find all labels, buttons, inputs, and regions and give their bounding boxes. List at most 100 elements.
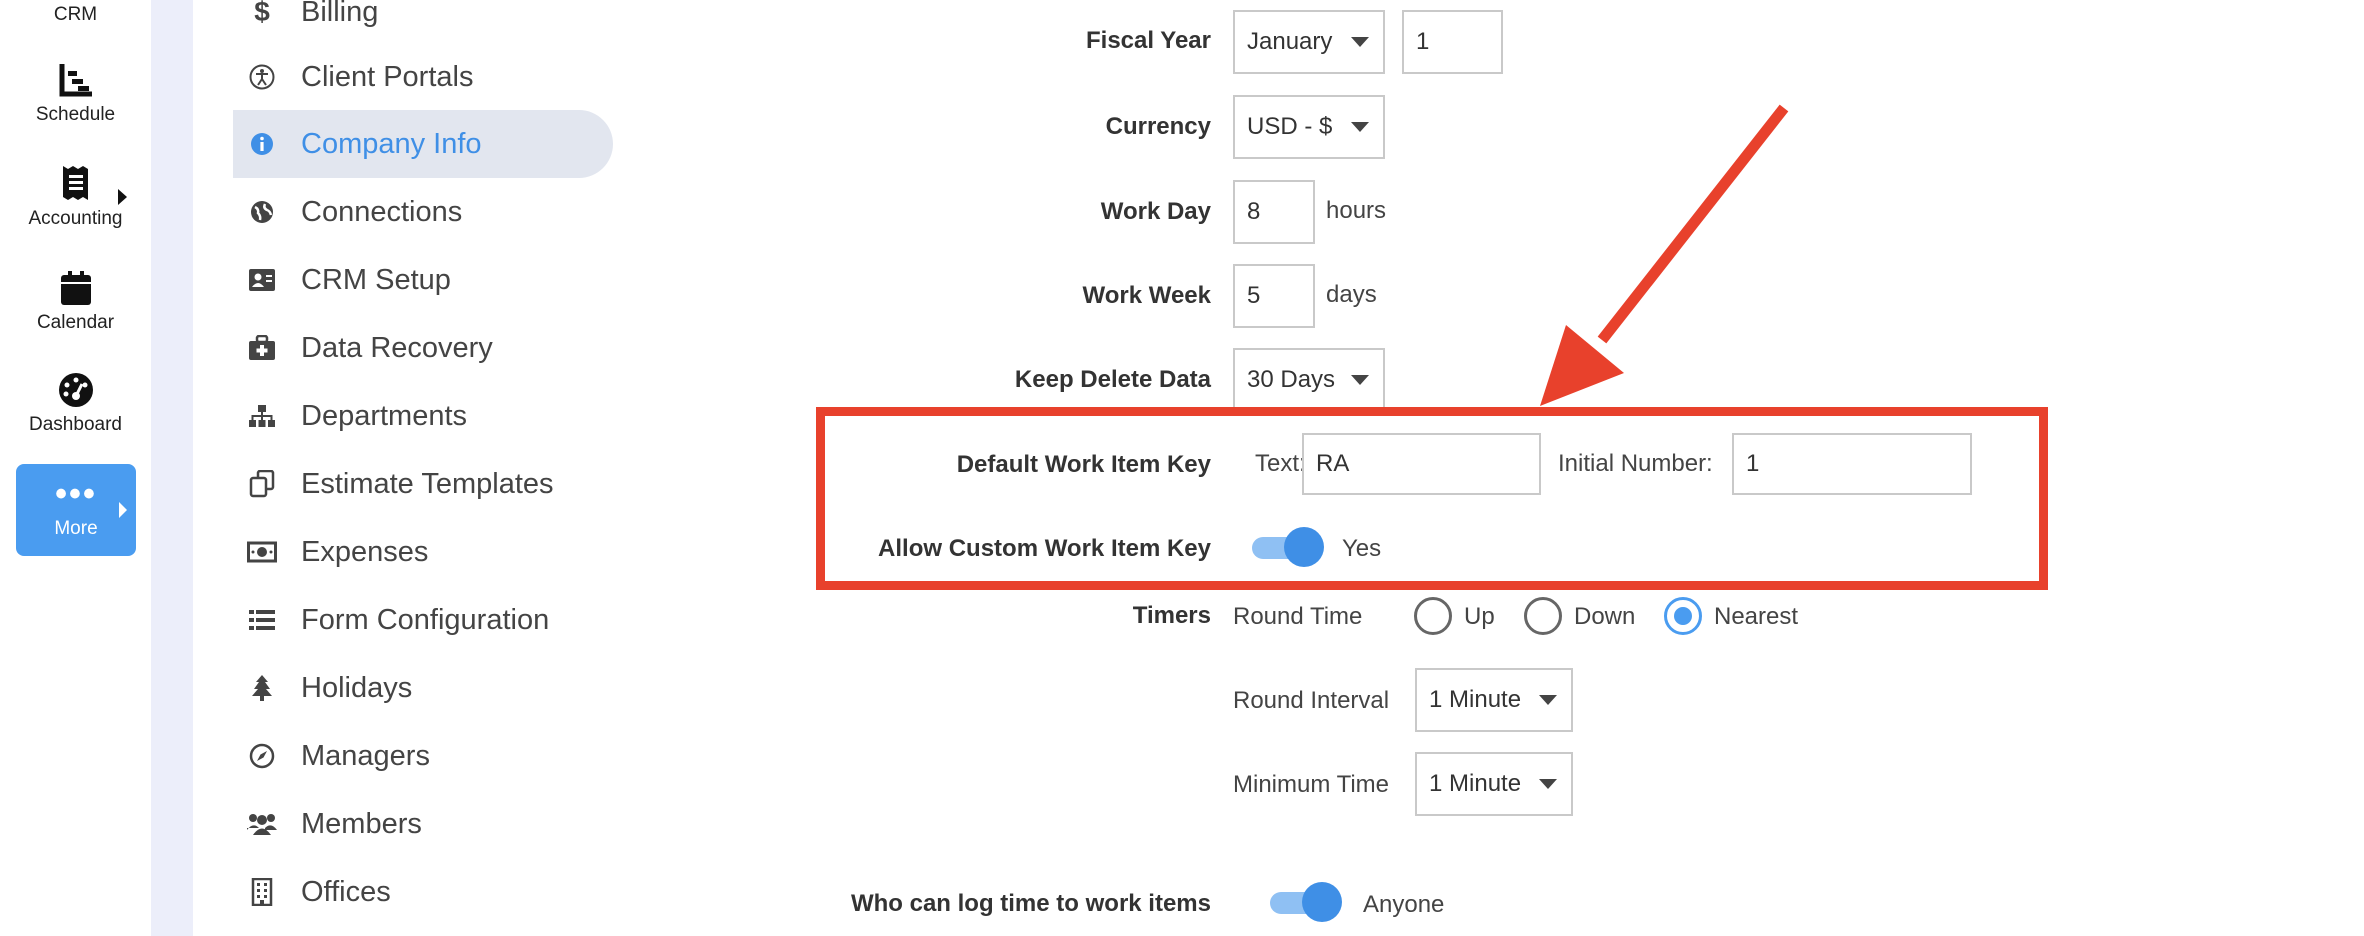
app-nav-rail: CRM Schedule Accounting Calendar Dashboa…	[0, 0, 151, 936]
more-dots-icon: •••	[55, 475, 97, 513]
menu-item-label: Departments	[301, 399, 468, 432]
rail-item-label: Dashboard	[29, 414, 122, 435]
rail-item-schedule[interactable]: Schedule	[0, 62, 151, 126]
round-time-nearest-label: Nearest	[1714, 603, 1799, 630]
work-day-value: 8	[1247, 198, 1261, 225]
round-time-up-label: Up	[1464, 603, 1495, 630]
rail-item-label: CRM	[53, 4, 98, 25]
fiscal-year-label: Fiscal Year	[1086, 27, 1211, 54]
work-week-value: 5	[1247, 282, 1261, 309]
chevron-down-icon	[1539, 695, 1557, 705]
log-time-toggle[interactable]	[1270, 882, 1344, 922]
schedule-icon	[59, 64, 92, 97]
users-icon	[247, 809, 277, 839]
fiscal-year-day-value: 1	[1416, 28, 1430, 55]
menu-item-holidays[interactable]: Holidays	[233, 654, 613, 722]
work-week-label: Work Week	[1082, 282, 1212, 309]
rail-item-label: Calendar	[36, 312, 115, 333]
round-time-label: Round Time	[1233, 603, 1363, 630]
menu-item-label: Company Info	[301, 127, 482, 160]
expand-caret-icon	[119, 502, 127, 518]
contact-card-icon	[247, 265, 277, 295]
log-time-value: Anyone	[1363, 891, 1445, 918]
round-time-down-label: Down	[1574, 603, 1636, 630]
fiscal-year-month-select[interactable]: January	[1233, 10, 1385, 74]
menu-item-label: Offices	[301, 875, 391, 908]
minimum-time-value: 1 Minute	[1429, 770, 1522, 797]
menu-item-label: Client Portals	[301, 60, 474, 93]
menu-item-estimate-templates[interactable]: Estimate Templates	[233, 450, 613, 518]
work-day-unit: hours	[1326, 197, 1387, 224]
menu-item-label: Billing	[301, 0, 379, 28]
receipt-icon	[62, 166, 88, 200]
copy-icon	[247, 469, 277, 499]
menu-item-members[interactable]: Members	[233, 790, 613, 858]
chevron-down-icon	[1351, 122, 1369, 132]
menu-item-label: Holidays	[301, 671, 413, 704]
currency-select[interactable]: USD - $	[1233, 95, 1385, 159]
round-interval-value: 1 Minute	[1429, 686, 1522, 713]
menu-item-form-configuration[interactable]: Form Configuration	[233, 586, 613, 654]
menu-item-billing[interactable]: $ Billing	[233, 0, 613, 46]
calendar-icon	[60, 271, 91, 305]
rail-item-dashboard[interactable]: Dashboard	[0, 372, 151, 436]
rail-item-calendar[interactable]: Calendar	[0, 270, 151, 334]
gauge-icon	[58, 373, 93, 407]
menu-item-company-info[interactable]: Company Info	[233, 110, 613, 178]
chevron-down-icon	[1351, 37, 1369, 47]
fiscal-year-day-input[interactable]: 1	[1402, 10, 1503, 74]
rail-item-accounting[interactable]: Accounting	[0, 164, 151, 230]
menu-item-departments[interactable]: Departments	[233, 382, 613, 450]
expand-caret-icon[interactable]	[118, 189, 127, 205]
tree-icon	[247, 673, 277, 703]
menu-item-offices[interactable]: Offices	[233, 858, 613, 926]
minimum-time-select[interactable]: 1 Minute	[1415, 752, 1573, 816]
sitemap-icon	[247, 401, 277, 431]
toggle-knob	[1302, 882, 1342, 922]
work-week-unit: days	[1326, 281, 1377, 308]
fiscal-year-month-value: January	[1247, 28, 1333, 55]
menu-item-data-recovery[interactable]: Data Recovery	[233, 314, 613, 382]
rail-item-crm[interactable]: CRM	[0, 0, 151, 26]
menu-item-crm-setup[interactable]: CRM Setup	[233, 246, 613, 314]
menu-item-label: CRM Setup	[301, 263, 451, 296]
info-icon	[247, 129, 277, 159]
globe-icon	[247, 197, 277, 227]
menu-item-label: Managers	[301, 739, 430, 772]
menu-item-expenses[interactable]: Expenses	[233, 518, 613, 586]
menu-item-managers[interactable]: Managers	[233, 722, 613, 790]
round-interval-label: Round Interval	[1233, 687, 1390, 714]
list-icon	[247, 605, 277, 635]
menu-item-label: Members	[301, 807, 422, 840]
settings-menu: $ Billing Client Portals Company Info Co…	[193, 0, 623, 936]
more-button[interactable]: ••• More	[16, 464, 136, 556]
medkit-icon	[247, 333, 277, 363]
menu-item-label: Form Configuration	[301, 603, 550, 636]
work-week-input[interactable]: 5	[1233, 264, 1315, 328]
currency-value: USD - $	[1247, 113, 1333, 140]
work-day-label: Work Day	[1100, 198, 1211, 225]
menu-item-connections[interactable]: Connections	[233, 178, 613, 246]
menu-item-label: Connections	[301, 195, 463, 228]
round-time-up-radio[interactable]	[1414, 597, 1452, 635]
rail-item-label: Schedule	[35, 104, 116, 125]
keep-delete-data-value: 30 Days	[1247, 366, 1336, 393]
building-icon	[247, 877, 277, 907]
round-time-nearest-radio[interactable]	[1664, 597, 1702, 635]
work-day-input[interactable]: 8	[1233, 180, 1315, 244]
keep-delete-data-label: Keep Delete Data	[1014, 366, 1211, 393]
currency-label: Currency	[1105, 113, 1211, 140]
round-time-down-radio[interactable]	[1524, 597, 1562, 635]
menu-item-label: Expenses	[301, 535, 429, 568]
more-label: More	[54, 518, 98, 539]
timers-label: Timers	[1132, 602, 1211, 629]
chevron-down-icon	[1539, 779, 1557, 789]
menu-item-client-portals[interactable]: Client Portals	[233, 43, 613, 111]
round-interval-select[interactable]: 1 Minute	[1415, 668, 1573, 732]
money-bill-icon	[247, 537, 277, 567]
dollar-icon: $	[254, 0, 270, 27]
compass-icon	[247, 741, 277, 771]
log-time-label: Who can log time to work items	[850, 890, 1211, 917]
keep-delete-data-select[interactable]: 30 Days	[1233, 348, 1385, 412]
menu-item-label: Estimate Templates	[301, 467, 554, 500]
